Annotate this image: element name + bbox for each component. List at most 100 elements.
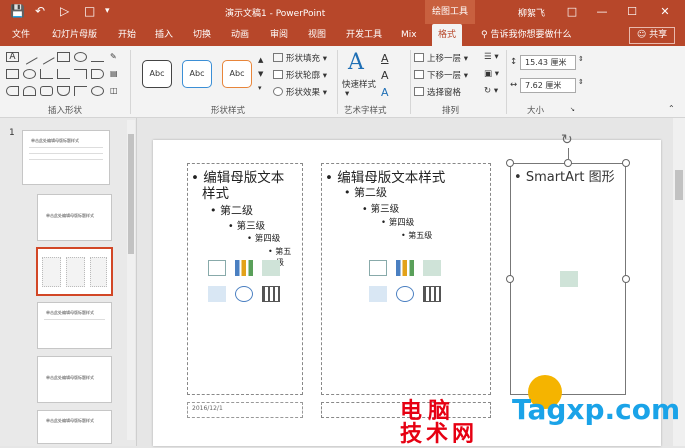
insert-table-icon[interactable] [369,260,387,276]
text-effects-icon[interactable]: A [381,86,389,99]
circle-shape-icon[interactable] [23,69,36,79]
arrow-shape-icon[interactable] [38,49,55,65]
tab-insert[interactable]: 插入 [155,24,173,46]
master-thumbnail[interactable]: 单击此处编辑母版标题样式 [22,130,110,185]
textbox-icon[interactable]: ▤ [110,69,118,78]
square-shape-icon[interactable] [6,69,19,79]
insert-online-picture-icon[interactable] [396,286,414,302]
tab-developer[interactable]: 开发工具 [346,24,382,46]
content-placeholder-middle[interactable]: • 编辑母版文本样式 • 第二级 • 第三级 • 第四级 • 第五级 [321,163,491,395]
shape-style-preset-2[interactable]: Abc [182,60,212,88]
rotate-icon[interactable]: ↻ ▾ [484,86,498,96]
align-icon[interactable]: ☰ ▾ [484,52,499,62]
insert-chart-icon[interactable] [235,260,253,276]
insert-online-picture-icon[interactable] [235,286,253,302]
shape-fill-button[interactable]: 形状填充 ▾ [273,52,327,64]
curved-connector-icon[interactable] [57,69,70,79]
insert-chart-icon[interactable] [396,260,414,276]
oval-shape-icon[interactable] [74,52,87,62]
insert-picture-icon[interactable] [208,286,226,302]
selection-pane-button[interactable]: 选择窗格 [414,86,461,98]
tab-review[interactable]: 审阅 [270,24,288,46]
shape-line-icon[interactable] [91,52,104,62]
layout-thumbnail[interactable]: 单击此处编辑母版标题样式 [37,410,112,444]
close-button[interactable]: ✕ [655,3,675,21]
gallery-scroll-down-icon[interactable]: ▼ [258,70,263,78]
width-spinner-icon[interactable]: ⇕ [578,78,584,86]
resize-handle-top-right[interactable] [622,159,630,167]
height-input[interactable]: 15.43 厘米 [520,55,576,70]
insert-table-icon[interactable] [208,260,226,276]
resize-handle-top[interactable] [564,159,572,167]
star-shape-icon[interactable] [91,86,104,96]
height-spinner-icon[interactable]: ⇕ [578,55,584,63]
tab-format[interactable]: 格式 [432,24,463,46]
layout-thumbnail-selected[interactable] [36,247,113,296]
shape-effects-button[interactable]: 形状效果 ▾ [273,86,327,98]
tab-home[interactable]: 开始 [118,24,136,46]
minimize-button[interactable]: — [592,3,612,21]
quick-styles-dropdown-icon[interactable]: ▾ [345,89,349,99]
undo-icon[interactable]: ↶ [35,4,45,18]
left-arrow-icon[interactable] [6,86,19,96]
group-objects-icon[interactable]: ▣ ▾ [484,69,499,79]
insert-smartart-icon[interactable] [423,260,441,276]
rectangle-shape-icon[interactable] [57,52,70,62]
tab-file[interactable]: 文件 [12,24,30,46]
shape-style-preset-1[interactable]: Abc [142,60,172,88]
thumbnail-scrollbar[interactable] [127,120,135,440]
resize-handle-left[interactable] [506,275,514,283]
shapes-gallery[interactable]: A ✎ ▤ ◫ [6,49,118,102]
line-shape-icon[interactable] [21,49,38,65]
rotate-handle-icon[interactable]: ↻ [561,132,573,148]
edit-shape-icon[interactable]: ✎ [110,52,117,61]
date-placeholder[interactable]: 2016/12/1 [187,402,303,418]
thumbnail-scrollbar-thumb[interactable] [128,134,134,254]
shape-outline-button[interactable]: 形状轮廓 ▾ [273,69,327,81]
collapse-ribbon-icon[interactable]: ⌃ [668,104,675,113]
resize-handle-right[interactable] [622,275,630,283]
bracket-shape-icon[interactable] [74,86,87,96]
tab-transitions[interactable]: 切换 [193,24,211,46]
tab-view[interactable]: 视图 [308,24,326,46]
curve-shape-icon[interactable] [57,86,70,96]
gallery-scroll-up-icon[interactable]: ▲ [258,56,263,64]
content-placeholder-left[interactable]: • 编辑母版文本 样式 • 第二级 • 第三级 • 第四级 • 第五 级 [187,163,303,395]
arc-shape-icon[interactable] [23,86,36,96]
insert-picture-icon[interactable] [369,286,387,302]
shape-style-preset-3[interactable]: Abc [222,60,252,88]
tab-animations[interactable]: 动画 [231,24,249,46]
start-from-beginning-icon[interactable]: ▷ [60,4,69,18]
gallery-more-icon[interactable]: ▾ [258,84,262,92]
user-name[interactable]: 柳絮飞 [518,6,545,19]
tab-mix[interactable]: Mix [401,24,417,46]
insert-smartart-icon[interactable] [262,260,280,276]
share-button[interactable]: ☺ 共享 [629,27,675,44]
maximize-button[interactable]: ☐ [622,3,642,21]
width-input[interactable]: 7.62 厘米 [520,78,576,93]
wordart-a-icon[interactable]: A [348,50,364,75]
text-fill-icon[interactable]: A [381,52,389,65]
block-arrow-icon[interactable] [91,69,104,79]
insert-video-icon[interactable] [423,286,441,302]
insert-video-icon[interactable] [262,286,280,302]
new-file-icon[interactable]: □ [84,4,95,18]
layout-thumbnail[interactable]: 单击此处编辑母版标题样式 [37,356,112,403]
customize-qat-icon[interactable]: ▾ [105,4,110,18]
smartart-placeholder[interactable]: • SmartArt 图形 [510,163,626,395]
text-outline-icon[interactable]: A [381,69,389,82]
elbow-connector-icon[interactable] [40,69,53,79]
save-icon[interactable]: 💾 [10,4,25,18]
tab-slide-master[interactable]: 幻灯片母版 [52,24,97,46]
insert-smartart-icon[interactable] [560,271,578,287]
brace-shape-icon[interactable] [40,86,53,96]
tell-me-search[interactable]: ⚲ 告诉我你想要做什么 [481,24,571,46]
bring-forward-button[interactable]: 上移一层 ▾ [414,52,468,64]
ribbon-display-icon[interactable]: □ [562,3,582,21]
size-dialog-launcher-icon[interactable]: ↘ [570,106,575,113]
resize-handle-top-left[interactable] [506,159,514,167]
send-backward-button[interactable]: 下移一层 ▾ [414,69,468,81]
bent-arrow-icon[interactable] [74,69,87,79]
editor-scrollbar-thumb[interactable] [675,170,683,200]
layout-thumbnail[interactable]: 单击此处编辑母版标题样式 [37,194,112,241]
